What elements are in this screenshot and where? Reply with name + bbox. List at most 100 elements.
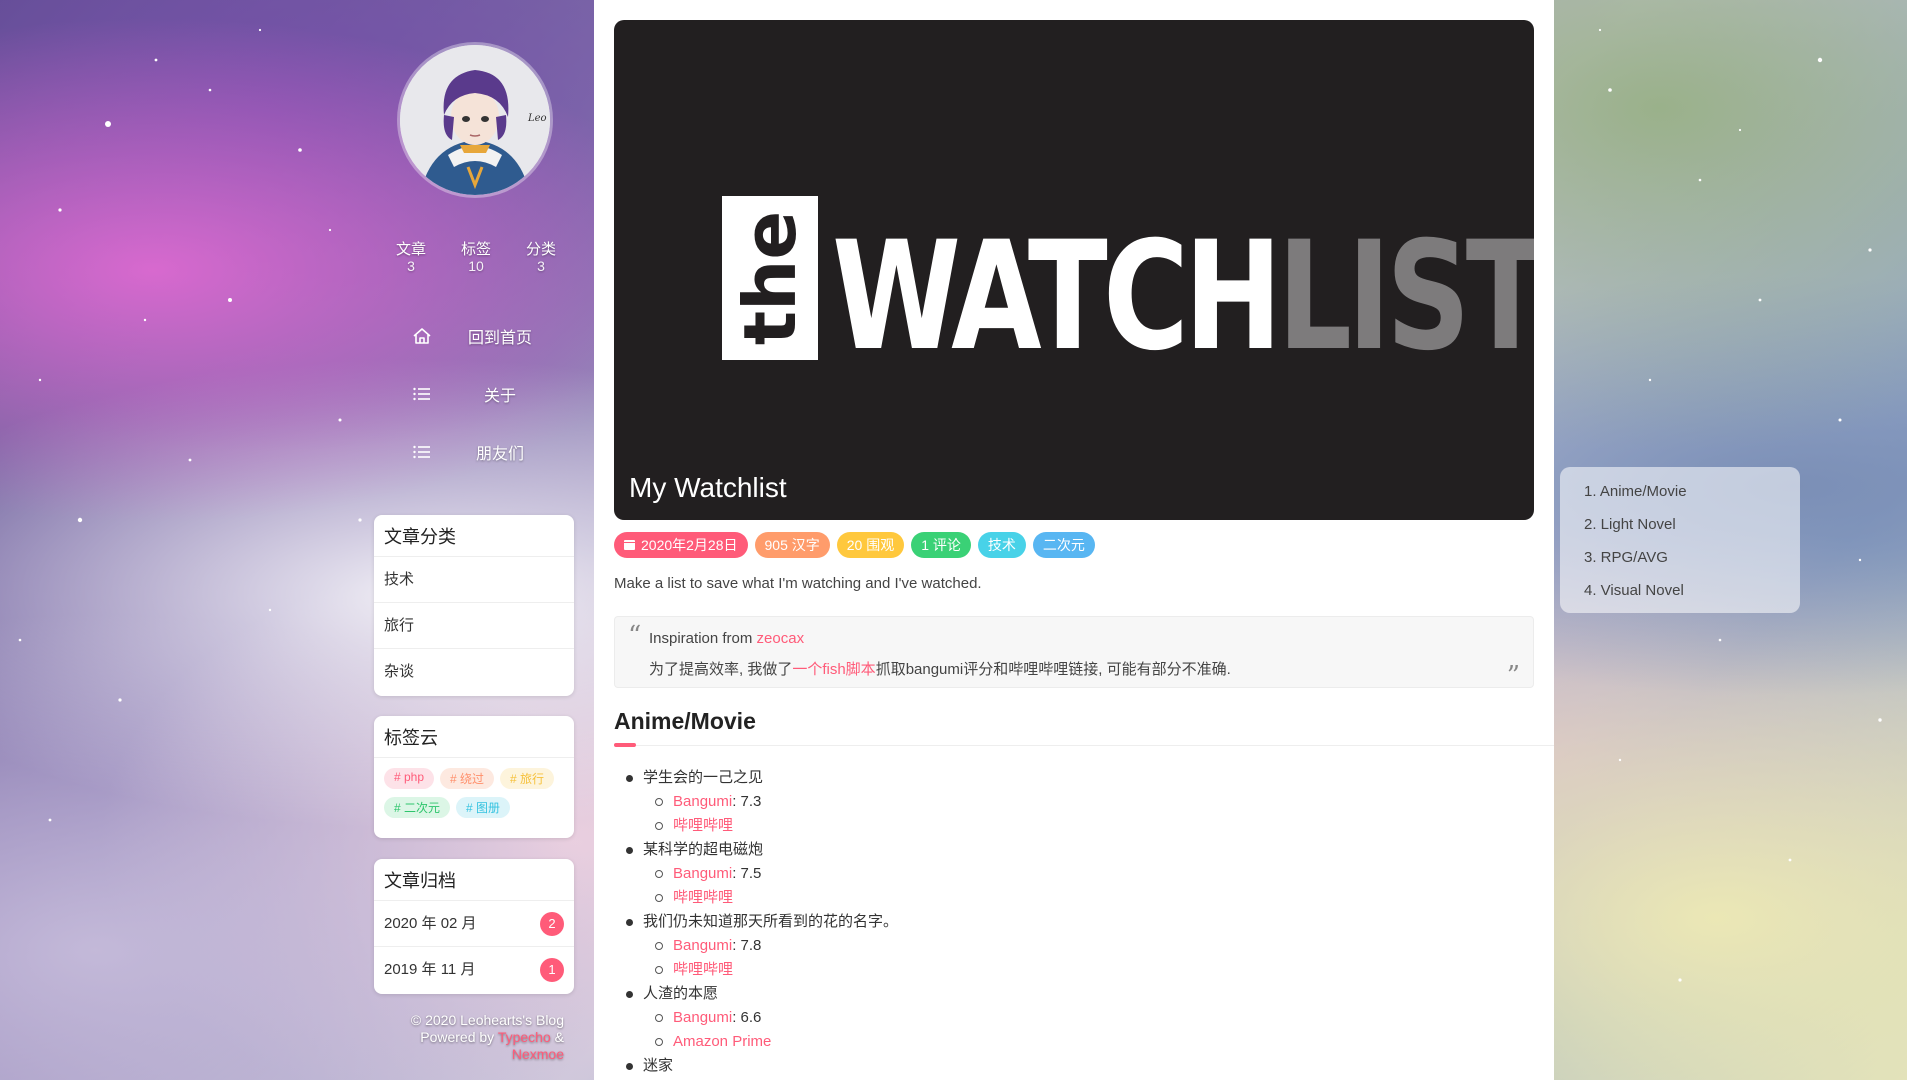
rating-value: : 7.5 xyxy=(732,865,762,882)
anime-title: 迷家 xyxy=(643,1057,674,1074)
archive-item[interactable]: 2020 年 02 月 2 xyxy=(374,901,574,947)
list-item: 迷家 xyxy=(626,1054,898,1078)
zeocax-link[interactable]: zeocax xyxy=(757,630,805,647)
comments-chip[interactable]: 1 评论 xyxy=(911,532,971,558)
archive-label: 2019 年 11 月 xyxy=(384,961,476,978)
bangumi-link[interactable]: Bangumi xyxy=(673,790,732,814)
category-item[interactable]: 旅行 xyxy=(374,603,574,649)
list-subitem: 哔哩哔哩 xyxy=(626,958,898,982)
tag-pill[interactable]: # php xyxy=(384,768,435,789)
bangumi-link[interactable]: Bangumi xyxy=(673,1006,732,1030)
tag-cloud: # php # 绕过 # 旅行 # 二次元 # 图册 xyxy=(374,758,574,830)
post-intro: Make a list to save what I'm watching an… xyxy=(614,575,982,592)
chip-label: 2020年2月28日 xyxy=(641,537,738,553)
rating-value: : 7.8 xyxy=(732,937,762,954)
nav-about[interactable]: 关于 xyxy=(410,382,560,406)
home-icon xyxy=(410,324,434,348)
logo-watch: WATCH xyxy=(832,210,1282,384)
toc-item[interactable]: 4. Visual Novel xyxy=(1584,580,1800,613)
footer-powered: Powered by xyxy=(420,1029,495,1045)
table-of-contents: 1. Anime/Movie 2. Light Novel 3. RPG/AVG… xyxy=(1560,467,1800,613)
widget-title: 文章归档 xyxy=(374,859,574,901)
nav-friends[interactable]: 朋友们 xyxy=(410,440,560,464)
bangumi-link[interactable]: Bangumi xyxy=(673,862,732,886)
stats-row: 文章 3 标签 10 分类 3 xyxy=(396,238,556,273)
close-quote-icon: ” xyxy=(1506,661,1520,691)
nav-label: 朋友们 xyxy=(475,446,524,463)
tag-pill[interactable]: # 绕过 xyxy=(440,768,495,789)
toc-item[interactable]: 3. RPG/AVG xyxy=(1584,547,1800,580)
footer-amp: & xyxy=(554,1029,564,1045)
left-sidebar: Leo 文章 3 标签 10 分类 3 回到首页 关于 朋友们 文章分类 技术 … xyxy=(370,0,578,1080)
open-quote-icon: “ xyxy=(628,621,642,651)
stat-tags[interactable]: 标签 10 xyxy=(461,238,491,273)
typecho-link[interactable]: Typecho xyxy=(498,1029,551,1045)
toc-item[interactable]: 2. Light Novel xyxy=(1584,514,1800,547)
main-content: the WATCH LIST My Watchlist 2020年2月28日 90… xyxy=(594,0,1554,1080)
tag-pill[interactable]: # 旅行 xyxy=(500,768,555,789)
list-icon xyxy=(410,440,434,464)
watch-link[interactable]: 哔哩哔哩 xyxy=(673,886,733,910)
nav-label: 回到首页 xyxy=(467,330,532,347)
stat-count: 3 xyxy=(537,258,545,274)
widget-title: 文章分类 xyxy=(374,515,574,557)
quote-text: Inspiration from xyxy=(649,630,753,647)
nexmoe-link[interactable]: Nexmoe xyxy=(512,1046,564,1062)
watch-link[interactable]: 哔哩哔哩 xyxy=(673,958,733,982)
list-subitem: Bangumi: 6.6 xyxy=(626,1006,898,1030)
avatar-signature: Leo xyxy=(528,113,547,124)
stat-count: 10 xyxy=(468,258,484,274)
stat-categories[interactable]: 分类 3 xyxy=(526,238,556,273)
logo-the: the xyxy=(728,210,812,346)
anime-title: 学生会的一己之见 xyxy=(643,769,764,786)
tag-chip[interactable]: 二次元 xyxy=(1032,532,1095,558)
watch-link[interactable]: 哔哩哔哩 xyxy=(673,814,733,838)
toc-item[interactable]: 1. Anime/Movie xyxy=(1584,481,1800,514)
section-divider xyxy=(614,745,1554,746)
anime-title: 人渣的本愿 xyxy=(643,985,719,1002)
quote-line-2: 为了提高效率, 我做了一个fish脚本抓取bangumi评分和哔哩哔哩链接, 可… xyxy=(649,658,1231,679)
list-subitem: Amazon Prime xyxy=(626,1030,898,1054)
rating-value: : 6.6 xyxy=(732,1009,762,1026)
wordcount-chip[interactable]: 905 汉字 xyxy=(754,532,830,558)
tag-pill[interactable]: # 二次元 xyxy=(384,797,451,818)
archive-label: 2020 年 02 月 xyxy=(384,914,477,932)
date-chip[interactable]: 2020年2月28日 xyxy=(614,532,748,558)
list-subitem: Bangumi: 7.8 xyxy=(626,934,898,958)
quote-text: 为了提高效率, 我做了 xyxy=(649,661,793,678)
count-badge: 1 xyxy=(540,958,564,982)
categories-widget: 文章分类 技术 旅行 杂谈 xyxy=(374,515,574,696)
calendar-icon xyxy=(624,540,635,550)
list-item: 人渣的本愿 xyxy=(626,982,898,1006)
fish-script-link[interactable]: 一个fish脚本 xyxy=(792,661,875,678)
footer-copyright: © 2020 Leohearts's Blog xyxy=(410,1012,564,1028)
stat-label: 文章 xyxy=(396,241,427,258)
list-subitem: Bangumi: 7.5 xyxy=(626,862,898,886)
section-heading: Anime/Movie xyxy=(614,708,756,734)
count-badge: 2 xyxy=(540,911,564,936)
widget-title: 标签云 xyxy=(374,716,574,758)
stat-posts[interactable]: 文章 3 xyxy=(396,238,426,273)
watch-link[interactable]: Amazon Prime xyxy=(673,1030,771,1054)
archive-item[interactable]: 2019 年 11 月 1 xyxy=(374,947,574,993)
stat-label: 标签 xyxy=(460,241,491,258)
quote-line-1: Inspiration from zeocax xyxy=(649,630,804,647)
category-chip[interactable]: 技术 xyxy=(977,532,1026,558)
list-icon xyxy=(410,382,434,406)
stat-count: 3 xyxy=(407,258,415,274)
nav-home[interactable]: 回到首页 xyxy=(410,324,560,348)
category-item[interactable]: 杂谈 xyxy=(374,649,574,695)
bangumi-link[interactable]: Bangumi xyxy=(673,934,732,958)
section-accent xyxy=(614,743,636,747)
post-meta-chips: 2020年2月28日 905 汉字 20 围观 1 评论 技术 二次元 xyxy=(614,532,1102,558)
archive-widget: 文章归档 2020 年 02 月 2 2019 年 11 月 1 xyxy=(374,859,574,994)
avatar[interactable]: Leo xyxy=(400,45,550,195)
list-subitem: 哔哩哔哩 xyxy=(626,814,898,838)
tag-pill[interactable]: # 图册 xyxy=(456,797,511,818)
rating-value: : 7.3 xyxy=(732,793,762,810)
logo-list: LIST xyxy=(1277,210,1534,384)
nav-label: 关于 xyxy=(483,388,516,405)
tagcloud-widget: 标签云 # php # 绕过 # 旅行 # 二次元 # 图册 xyxy=(374,716,574,838)
category-item[interactable]: 技术 xyxy=(374,557,574,603)
views-chip[interactable]: 20 围观 xyxy=(836,532,905,558)
